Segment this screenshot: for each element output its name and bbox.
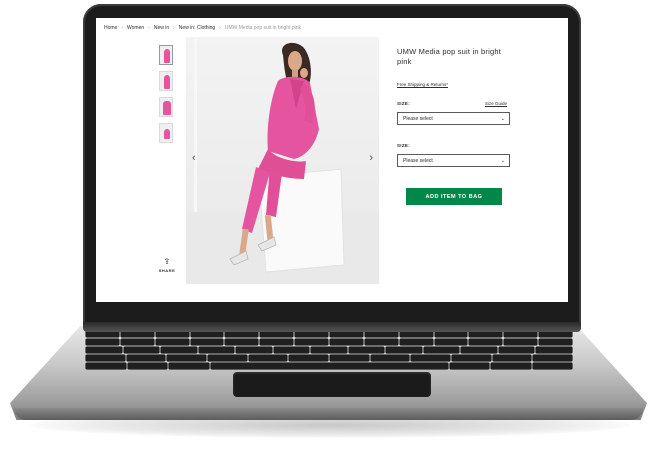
key <box>86 363 126 369</box>
key <box>492 355 532 361</box>
trackpad <box>233 372 431 397</box>
key <box>498 347 535 353</box>
key <box>169 363 209 369</box>
key <box>273 347 310 353</box>
key <box>161 347 197 353</box>
laptop-front-edge <box>14 408 643 420</box>
key <box>536 347 572 353</box>
key <box>248 355 288 361</box>
key <box>260 339 294 345</box>
product-thumbnail[interactable] <box>159 123 173 143</box>
key <box>330 339 363 345</box>
product-thumbnail[interactable] <box>159 71 173 91</box>
size-label: SIZE: <box>397 101 411 106</box>
key <box>127 363 167 369</box>
thumbnail-figure <box>163 101 171 115</box>
spacebar-key <box>210 363 448 369</box>
share-button[interactable]: ⇪ SHARE <box>156 257 178 274</box>
chevron-down-icon: ⌄ <box>500 116 505 122</box>
key <box>330 355 369 361</box>
key <box>85 355 125 361</box>
size-guide-link[interactable]: Size Guide <box>485 101 507 106</box>
next-image-arrow[interactable]: › <box>369 153 373 164</box>
share-label: SHARE <box>158 268 176 273</box>
breadcrumb-separator: › <box>121 25 124 31</box>
size-select[interactable]: Please select ⌄ <box>397 112 510 125</box>
key <box>155 339 189 345</box>
breadcrumb-separator: › <box>148 25 150 31</box>
key <box>469 339 503 345</box>
free-shipping-link[interactable]: Free Shipping & Returns* <box>397 82 448 87</box>
key <box>449 363 489 369</box>
key <box>86 347 122 353</box>
key <box>85 339 119 345</box>
breadcrumb-separator: › <box>219 25 221 31</box>
second-size-select-value: Please select <box>403 157 433 164</box>
key <box>190 339 224 345</box>
hand <box>300 68 308 78</box>
key <box>504 339 538 345</box>
key <box>207 355 247 361</box>
model-illustration <box>186 37 379 284</box>
size-select-value: Please select <box>403 115 433 122</box>
breadcrumb-current-product: UMW Media pop suit in bright pink <box>224 25 302 31</box>
main-product-photo: ‹ › <box>186 37 379 284</box>
key-row <box>86 347 572 353</box>
key <box>120 339 154 345</box>
key <box>461 347 497 353</box>
thumbnail-strip <box>159 45 173 149</box>
add-to-bag-button[interactable]: ADD ITEM TO BAG <box>406 188 502 205</box>
key <box>491 363 531 369</box>
previous-image-arrow[interactable]: ‹ <box>192 153 196 164</box>
key <box>348 347 385 353</box>
key <box>311 347 347 353</box>
breadcrumb-new-in[interactable]: New in <box>154 25 169 31</box>
breadcrumb-women[interactable]: Women <box>127 25 144 31</box>
chevron-down-icon: ⌄ <box>500 158 505 164</box>
key <box>236 347 272 353</box>
key-row <box>86 363 572 369</box>
key <box>411 355 451 361</box>
key <box>364 339 398 345</box>
product-title: UMW Media pop suit in bright pink <box>397 47 501 66</box>
key <box>123 347 160 353</box>
breadcrumb-home[interactable]: Home <box>104 25 117 31</box>
second-size-label: SIZE: <box>397 143 411 148</box>
breadcrumb-new-in-clothing[interactable]: New in: Clothing <box>179 25 215 31</box>
product-thumbnail[interactable] <box>159 97 173 117</box>
light-stand <box>194 37 197 212</box>
key <box>452 355 491 361</box>
key <box>434 339 468 345</box>
thumbnail-figure <box>164 75 170 89</box>
key-row <box>85 355 573 361</box>
keyboard <box>85 331 573 369</box>
key-row <box>85 339 573 345</box>
breadcrumb-separator: › <box>173 25 175 31</box>
key <box>539 339 573 345</box>
key <box>423 347 460 353</box>
key <box>198 347 235 353</box>
key <box>289 355 328 361</box>
key <box>533 355 573 361</box>
key <box>167 355 206 361</box>
key <box>532 363 572 369</box>
key <box>386 347 422 353</box>
thumbnail-figure <box>164 129 170 139</box>
key <box>126 355 166 361</box>
laptop-hinge <box>83 322 581 332</box>
key <box>370 355 410 361</box>
key <box>225 339 259 345</box>
breadcrumb: Home › Women › New in › New in: Clothing… <box>104 25 301 31</box>
face <box>288 51 302 71</box>
product-thumbnail[interactable] <box>159 45 173 65</box>
laptop-screen: Home › Women › New in › New in: Clothing… <box>96 18 568 302</box>
neck <box>292 69 298 77</box>
key <box>295 339 328 345</box>
second-size-select[interactable]: Please select ⌄ <box>397 154 510 167</box>
share-icon: ⇪ <box>163 257 171 266</box>
key <box>399 339 433 345</box>
thumbnail-figure <box>164 49 170 63</box>
